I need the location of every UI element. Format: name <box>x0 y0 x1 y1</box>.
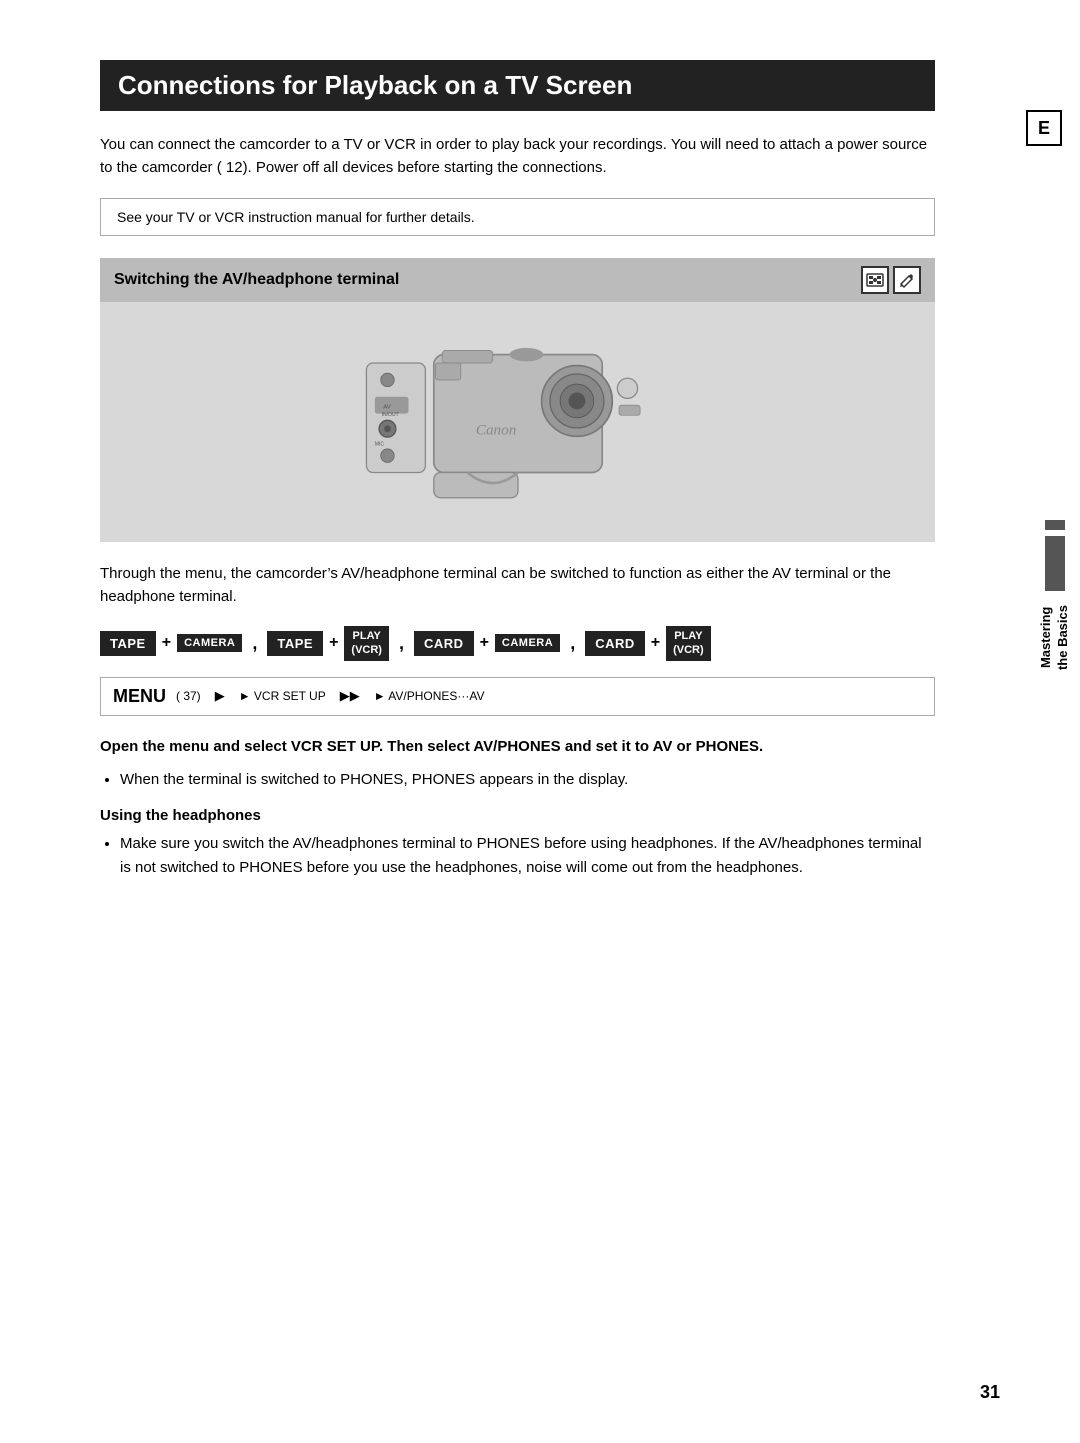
menu-ref: ( 37) <box>176 689 201 703</box>
section-icons <box>861 266 921 294</box>
bullet-list-2: Make sure you switch the AV/headphones t… <box>120 832 935 879</box>
sub-heading: Using the headphones <box>100 807 935 824</box>
plus-1: + <box>162 634 171 652</box>
camera-button-1: CAMERA <box>177 634 242 652</box>
section-title: Switching the AV/headphone terminal <box>114 271 399 289</box>
svg-text:IN/OUT: IN/OUT <box>381 412 398 418</box>
tape-button-1: TAPE <box>100 631 156 656</box>
button-combinations: TAPE + CAMERA , TAPE + PLAY (VCR) , CARD… <box>100 626 935 661</box>
plus-4: + <box>651 634 660 652</box>
comma-1: , <box>252 633 257 654</box>
card-button-2: CARD <box>585 631 645 656</box>
plus-2: + <box>329 634 338 652</box>
play-vcr-button-2: PLAY (VCR) <box>666 626 711 661</box>
page-number: 31 <box>980 1382 1000 1403</box>
instruction-bold: Open the menu and select VCR SET UP. The… <box>100 736 935 759</box>
comma-3: , <box>570 633 575 654</box>
menu-word: MENU <box>113 686 166 707</box>
double-arrow: ▶▶ <box>340 688 360 704</box>
av-phones: ► AV/PHONES···AV <box>374 689 485 703</box>
camcorder-diagram: AV IN/OUT MIC Canon <box>358 332 678 512</box>
tape-button-2: TAPE <box>267 631 323 656</box>
intro-text: You can connect the camcorder to a TV or… <box>100 133 935 180</box>
comma-2: , <box>399 633 404 654</box>
main-content: Connections for Playback on a TV Screen … <box>100 60 935 879</box>
svg-text:Canon: Canon <box>475 421 515 438</box>
sidebar-bar-short <box>1045 520 1065 530</box>
svg-text:MIC: MIC <box>374 441 384 447</box>
icon-film <box>861 266 889 294</box>
sidebar-bar-tall <box>1045 536 1065 591</box>
note-box: See your TV or VCR instruction manual fo… <box>100 198 935 236</box>
plus-3: + <box>480 634 489 652</box>
mastering-text: Masteringthe Basics <box>1038 605 1072 670</box>
card-button-1: CARD <box>414 631 474 656</box>
diagram-area: AV IN/OUT MIC Canon <box>100 302 935 542</box>
e-letter: E <box>1026 110 1062 146</box>
vcr-set-up: ► VCR SET UP <box>239 689 326 703</box>
camera-button-2: CAMERA <box>495 634 560 652</box>
desc-text: Through the menu, the camcorder’s AV/hea… <box>100 562 935 609</box>
play-vcr-button-1: PLAY (VCR) <box>344 626 389 661</box>
menu-box: MENU ( 37) ▶ ► VCR SET UP ▶▶ ► AV/PHONES… <box>100 677 935 716</box>
sidebar-mastering: Masteringthe Basics <box>1038 520 1072 670</box>
arrow-1: ▶ <box>215 688 225 704</box>
page-title: Connections for Playback on a TV Screen <box>100 60 935 111</box>
svg-text:AV: AV <box>383 404 390 410</box>
bullet-item-1: When the terminal is switched to PHONES,… <box>120 768 935 791</box>
bullet-item-2: Make sure you switch the AV/headphones t… <box>120 832 935 879</box>
icon-pencil <box>893 266 921 294</box>
bullet-list-1: When the terminal is switched to PHONES,… <box>120 768 935 791</box>
sidebar-e-box: E <box>1026 110 1062 166</box>
page-container: Connections for Playback on a TV Screen … <box>0 0 1080 1443</box>
section-header: Switching the AV/headphone terminal <box>100 258 935 302</box>
